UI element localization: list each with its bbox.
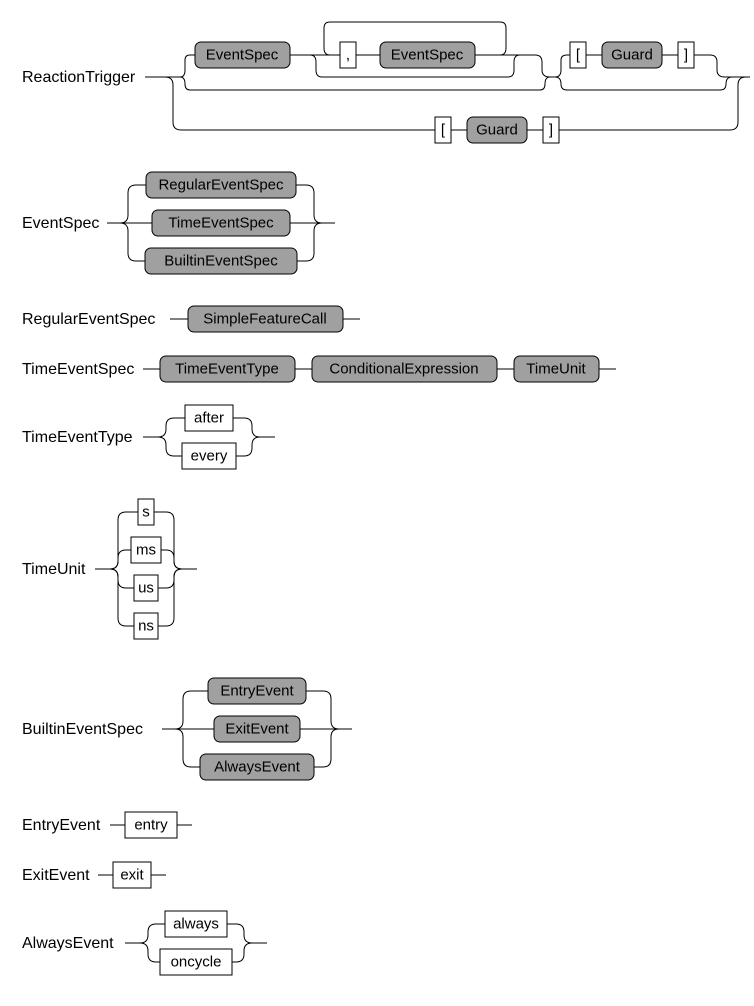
svg-text:EventSpec: EventSpec: [391, 47, 464, 64]
terminal-lbrack-1: [: [570, 42, 586, 68]
nonterminal-EventSpec-2: EventSpec: [380, 42, 475, 68]
terminal-s: s: [138, 499, 154, 525]
svg-text:TimeEventSpec: TimeEventSpec: [168, 215, 274, 232]
rule-label: TimeEventSpec: [22, 361, 134, 378]
svg-text:after: after: [194, 410, 224, 427]
svg-text:every: every: [191, 448, 228, 465]
rule-ExitEvent: ExitEvent exit: [22, 862, 166, 888]
svg-text:always: always: [173, 916, 219, 933]
rule-label: ReactionTrigger: [22, 69, 136, 86]
rule-AlwaysEvent: AlwaysEvent always oncycle: [22, 911, 267, 975]
svg-text:ExitEvent: ExitEvent: [225, 721, 289, 738]
svg-text:]: ]: [549, 122, 553, 139]
svg-text:BuiltinEventSpec: BuiltinEventSpec: [164, 253, 278, 270]
terminal-comma: ,: [340, 42, 356, 68]
svg-text:ConditionalExpression: ConditionalExpression: [329, 361, 478, 378]
rule-label: TimeUnit: [22, 561, 86, 578]
terminal-rbrack-1: ]: [678, 42, 694, 68]
svg-text:SimpleFeatureCall: SimpleFeatureCall: [203, 311, 326, 328]
rule-RegularEventSpec: RegularEventSpec SimpleFeatureCall: [22, 306, 360, 332]
terminal-after: after: [185, 405, 233, 431]
nonterminal-AlwaysEvent: AlwaysEvent: [200, 754, 314, 780]
nonterminal-RegularEventSpec: RegularEventSpec: [146, 172, 296, 198]
rule-label: ExitEvent: [22, 867, 90, 884]
svg-text:]: ]: [684, 47, 688, 64]
terminal-every: every: [182, 443, 236, 469]
svg-text:oncycle: oncycle: [171, 954, 222, 971]
rule-BuiltinEventSpec: BuiltinEventSpec EntryEvent ExitEvent Al…: [22, 678, 352, 780]
terminal-exit: exit: [113, 862, 151, 888]
svg-text:,: ,: [346, 47, 350, 64]
rule-label: BuiltinEventSpec: [22, 721, 143, 738]
terminal-rbrack-2: ]: [543, 117, 559, 143]
nonterminal-SimpleFeatureCall: SimpleFeatureCall: [188, 306, 343, 332]
terminal-lbrack-2: [: [435, 117, 451, 143]
svg-text:us: us: [138, 580, 154, 597]
terminal-oncycle: oncycle: [160, 949, 232, 975]
svg-text:EventSpec: EventSpec: [206, 47, 279, 64]
terminal-ms: ms: [131, 537, 161, 563]
terminal-ns: ns: [134, 613, 158, 639]
svg-text:exit: exit: [120, 867, 144, 884]
nonterminal-TimeEventSpec: TimeEventSpec: [152, 210, 290, 236]
rule-TimeEventType: TimeEventType after every: [22, 405, 275, 469]
nonterminal-EntryEvent: EntryEvent: [208, 678, 306, 704]
nonterminal-ExitEvent: ExitEvent: [214, 716, 300, 742]
svg-text:AlwaysEvent: AlwaysEvent: [214, 759, 301, 776]
svg-text:ms: ms: [136, 542, 156, 559]
nonterminal-TimeUnit: TimeUnit: [514, 356, 599, 382]
terminal-us: us: [134, 575, 158, 601]
rule-label: TimeEventType: [22, 429, 133, 446]
rule-label: EntryEvent: [22, 817, 101, 834]
rule-ReactionTrigger: ReactionTrigger EventSpec , EventSpec [: [22, 22, 750, 143]
svg-text:s: s: [142, 504, 150, 521]
svg-text:EntryEvent: EntryEvent: [220, 683, 294, 700]
svg-text:RegularEventSpec: RegularEventSpec: [158, 177, 284, 194]
rule-EventSpec: EventSpec RegularEventSpec TimeEventSpec…: [22, 172, 335, 274]
svg-text:Guard: Guard: [611, 47, 653, 64]
svg-text:entry: entry: [134, 817, 168, 834]
svg-text:Guard: Guard: [476, 122, 518, 139]
nonterminal-EventSpec: EventSpec: [195, 42, 290, 68]
rule-label: EventSpec: [22, 215, 99, 232]
nonterminal-TimeEventType: TimeEventType: [160, 356, 295, 382]
railroad-diagram: ReactionTrigger EventSpec , EventSpec [: [10, 10, 754, 996]
nonterminal-Guard-2: Guard: [467, 117, 527, 143]
rule-label: RegularEventSpec: [22, 311, 155, 328]
terminal-entry: entry: [125, 812, 177, 838]
rule-EntryEvent: EntryEvent entry: [22, 812, 192, 838]
svg-text:ns: ns: [138, 618, 154, 635]
nonterminal-ConditionalExpression: ConditionalExpression: [312, 356, 497, 382]
terminal-always: always: [165, 911, 227, 937]
svg-text:TimeUnit: TimeUnit: [526, 361, 586, 378]
rule-TimeEventSpec: TimeEventSpec TimeEventType ConditionalE…: [22, 356, 616, 382]
svg-text:TimeEventType: TimeEventType: [175, 361, 279, 378]
rule-label: AlwaysEvent: [22, 935, 114, 952]
nonterminal-BuiltinEventSpec: BuiltinEventSpec: [145, 248, 297, 274]
rule-TimeUnit: TimeUnit s ms us ns: [22, 499, 197, 639]
nonterminal-Guard-1: Guard: [602, 42, 662, 68]
